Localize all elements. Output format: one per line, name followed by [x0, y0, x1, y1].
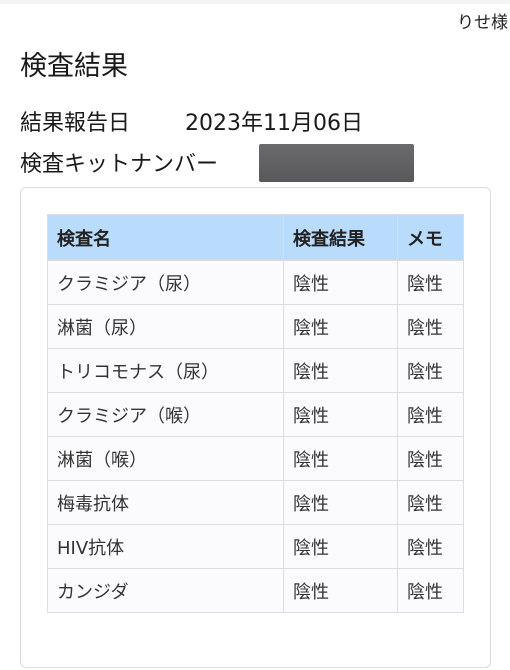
result-cell: 陰性	[283, 260, 398, 305]
column-header-result: 検査結果	[283, 214, 398, 261]
table-row: 梅毒抗体 陰性 陰性	[47, 480, 464, 525]
results-card: 検査名 検査結果 メモ クラミジア（尿） 陰性 陰性 淋菌（尿） 陰性 陰性 ト…	[20, 187, 491, 668]
kit-number-redacted	[259, 144, 414, 182]
results-table: 検査名 検査結果 メモ クラミジア（尿） 陰性 陰性 淋菌（尿） 陰性 陰性 ト…	[47, 214, 464, 613]
result-cell: 陰性	[283, 304, 398, 349]
test-name-cell: 淋菌（喉）	[47, 436, 284, 481]
memo-cell: 陰性	[397, 524, 464, 569]
result-cell: 陰性	[283, 524, 398, 569]
top-bar	[0, 0, 510, 4]
memo-cell: 陰性	[397, 304, 464, 349]
memo-cell: 陰性	[397, 260, 464, 305]
kit-number-label: 検査キットナンバー	[20, 152, 219, 177]
result-cell: 陰性	[283, 348, 398, 393]
memo-cell: 陰性	[397, 392, 464, 437]
report-date-row: 結果報告日 2023年11月06日	[20, 105, 363, 137]
table-row: トリコモナス（尿） 陰性 陰性	[47, 348, 464, 393]
table-row: 淋菌（尿） 陰性 陰性	[47, 304, 464, 349]
result-cell: 陰性	[283, 568, 398, 613]
test-name-cell: HIV抗体	[47, 524, 284, 569]
report-date-value: 2023年11月06日	[185, 111, 363, 136]
test-name-cell: カンジダ	[47, 568, 284, 613]
column-header-memo: メモ	[397, 214, 464, 261]
memo-cell: 陰性	[397, 480, 464, 525]
memo-cell: 陰性	[397, 568, 464, 613]
table-row: クラミジア（尿） 陰性 陰性	[47, 260, 464, 305]
table-row: 淋菌（喉） 陰性 陰性	[47, 436, 464, 481]
memo-cell: 陰性	[397, 436, 464, 481]
page-title: 検査結果	[20, 51, 128, 82]
table-row: クラミジア（喉） 陰性 陰性	[47, 392, 464, 437]
test-name-cell: クラミジア（喉）	[47, 392, 284, 437]
user-name: りせ様	[457, 13, 508, 33]
column-header-test-name: 検査名	[47, 214, 284, 261]
test-name-cell: トリコモナス（尿）	[47, 348, 284, 393]
table-row: カンジダ 陰性 陰性	[47, 568, 464, 613]
kit-number-row: 検査キットナンバー	[20, 144, 414, 182]
result-cell: 陰性	[283, 436, 398, 481]
table-row: HIV抗体 陰性 陰性	[47, 524, 464, 569]
memo-cell: 陰性	[397, 348, 464, 393]
table-header-row: 検査名 検査結果 メモ	[47, 214, 464, 261]
test-name-cell: 梅毒抗体	[47, 480, 284, 525]
test-name-cell: クラミジア（尿）	[47, 260, 284, 305]
result-cell: 陰性	[283, 392, 398, 437]
report-date-label: 結果報告日	[20, 111, 131, 136]
result-cell: 陰性	[283, 480, 398, 525]
test-name-cell: 淋菌（尿）	[47, 304, 284, 349]
